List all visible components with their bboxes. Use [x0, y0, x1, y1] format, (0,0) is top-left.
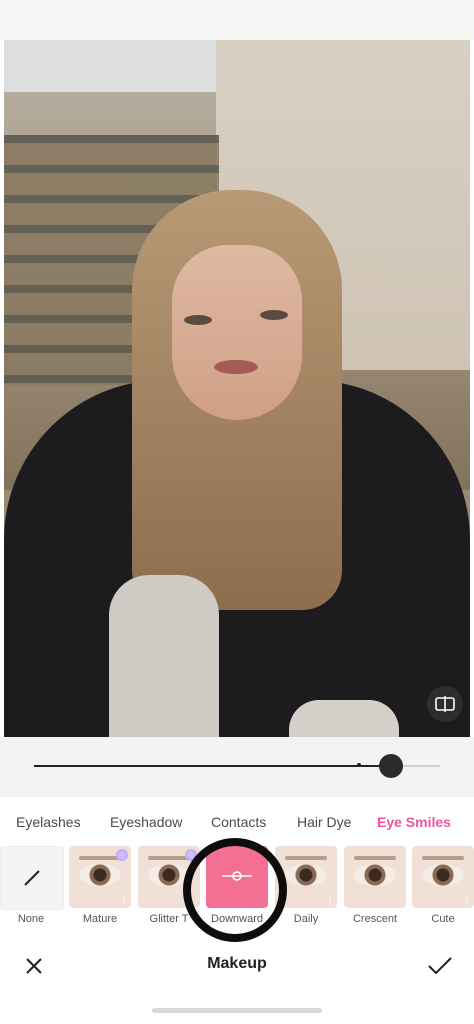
style-crescent-tile[interactable]: [344, 846, 406, 908]
photo-eye-right: [260, 310, 288, 320]
eye-graphic: [79, 864, 121, 886]
tab-eyeshadow[interactable]: Eyeshadow: [110, 814, 182, 830]
photo-sky: [4, 40, 216, 92]
style-cute-tile[interactable]: ↓: [412, 846, 474, 908]
style-none-tile[interactable]: [0, 846, 64, 910]
style-label-mature: Mature: [82, 913, 118, 925]
slider-default-marker: [357, 763, 361, 767]
brow-graphic: [79, 856, 121, 860]
style-label-cute: Cute: [431, 913, 455, 925]
brow-graphic: [354, 856, 396, 860]
download-arrow-icon: ↓: [121, 892, 127, 906]
selection-highlight-circle: [183, 838, 287, 942]
slash-icon: [24, 870, 40, 886]
category-tabs: Eyelashes Eyeshadow Contacts Hair Dye Ey…: [0, 814, 474, 836]
confirm-button[interactable]: [424, 952, 456, 980]
photo-lips: [214, 360, 258, 374]
premium-gem-icon: [116, 849, 128, 861]
check-icon: [428, 957, 452, 975]
tab-contacts[interactable]: Contacts: [211, 814, 266, 830]
compare-button[interactable]: [427, 686, 463, 722]
photo-preview: [4, 40, 470, 737]
brow-graphic: [422, 856, 464, 860]
photo-sleeve: [109, 575, 219, 737]
eye-graphic: [422, 864, 464, 886]
eye-graphic: [354, 864, 396, 886]
tab-hair-dye[interactable]: Hair Dye: [297, 814, 351, 830]
photo-sleeve-right: [289, 700, 399, 737]
panel-title: Makeup: [207, 955, 267, 972]
style-label-daily: Daily: [293, 913, 319, 925]
tab-eye-smiles[interactable]: Eye Smiles: [377, 814, 451, 830]
brow-graphic: [148, 856, 190, 860]
tab-eyelashes[interactable]: Eyelashes: [16, 814, 81, 830]
style-label-none: None: [17, 913, 45, 925]
compare-icon: [435, 696, 455, 712]
brow-graphic: [285, 856, 327, 860]
style-label-crescent: Crescent: [352, 913, 398, 925]
top-bar: [0, 0, 474, 40]
download-arrow-icon: ↓: [464, 892, 470, 906]
eye-graphic: [285, 864, 327, 886]
intensity-slider-fill: [34, 765, 392, 767]
photo-eye-left: [184, 315, 212, 325]
photo-face: [172, 245, 302, 420]
home-indicator: [152, 1008, 322, 1013]
style-mature-tile[interactable]: ↓: [69, 846, 131, 908]
download-arrow-icon: ↓: [327, 892, 333, 906]
